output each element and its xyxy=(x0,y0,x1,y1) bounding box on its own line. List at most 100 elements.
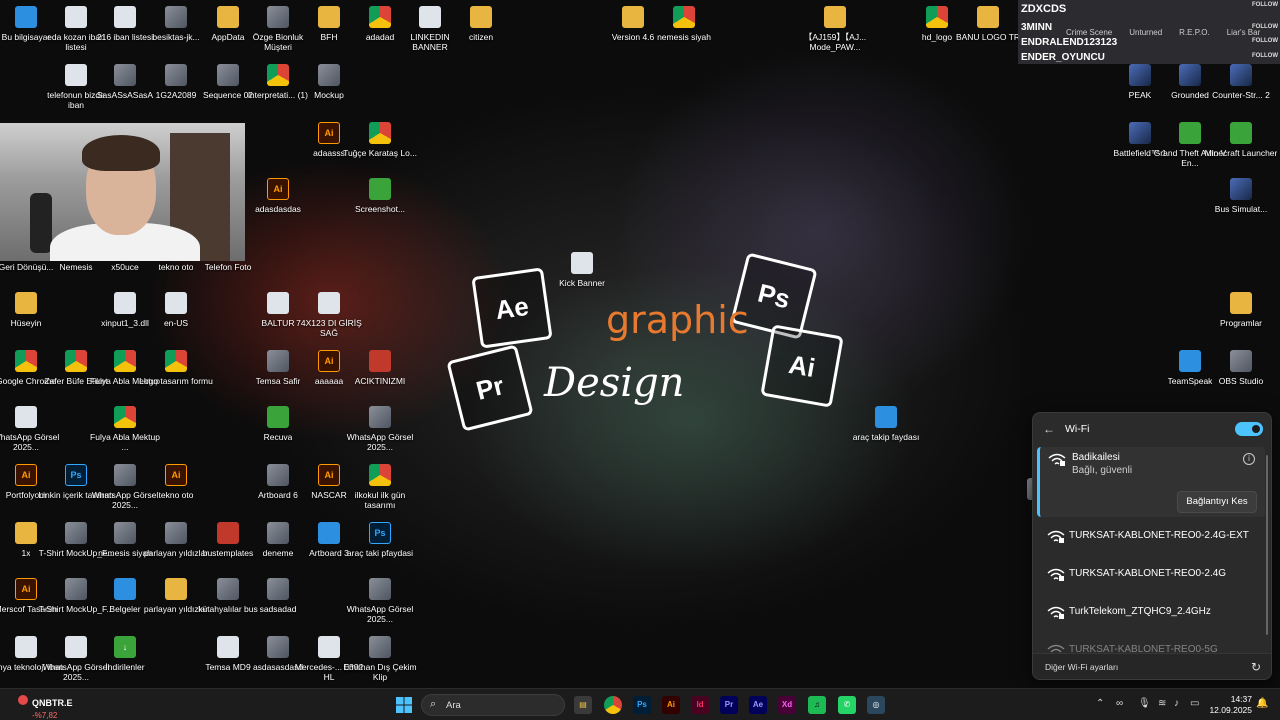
image-icon xyxy=(267,6,289,28)
connected-network[interactable]: Badikailesi Bağlı, güvenli i Bağlantıyı … xyxy=(1037,447,1265,517)
document-icon xyxy=(15,636,37,658)
desktop-icon[interactable]: Ps araç taki pfaydasi xyxy=(342,522,418,558)
desktop-icon[interactable]: sadsadad xyxy=(240,578,316,614)
wifi-header: ← Wi-Fi xyxy=(1033,413,1271,445)
tray-link-icon[interactable]: ∞ xyxy=(1116,698,1123,709)
image-icon xyxy=(369,636,391,658)
desktop-icon[interactable]: Ai adasdasdas xyxy=(240,178,316,214)
chrome-icon xyxy=(65,350,87,372)
wifi-network-item[interactable]: TurkTelekom_ZTQHC9_2.4GHz xyxy=(1037,595,1265,631)
image-icon xyxy=(419,6,441,28)
desktop-icon[interactable]: 74X123 DI GİRİŞ SAĞ xyxy=(291,292,367,338)
indesign-icon[interactable]: Id xyxy=(691,696,709,714)
wifi-network-item[interactable]: TURKSAT-KABLONET-REO0-2.4G-EXT xyxy=(1037,519,1265,555)
image-icon xyxy=(369,406,391,428)
desktop-icon[interactable]: BANU LOGO TR xyxy=(950,6,1026,42)
desktop-icon-label: Bus Simulat... xyxy=(1214,204,1268,214)
wifi-toggle[interactable] xyxy=(1235,422,1263,436)
info-icon[interactable]: i xyxy=(1243,453,1255,465)
desktop-icon[interactable]: Recuva xyxy=(240,406,316,442)
stock-widget[interactable]: QNBTR.E -%7,82 xyxy=(18,693,73,720)
chrome-icon xyxy=(369,464,391,486)
desktop-icon[interactable]: WhatsApp Görsel 2025... xyxy=(342,578,418,624)
wifi-network-name: TURKSAT-KABLONET-REO0-2.4G xyxy=(1069,568,1227,579)
chrome-icon xyxy=(369,6,391,28)
desktop-icon[interactable]: 【AJ159】【AJ... Mode_PAW... xyxy=(797,6,873,52)
microphone-icon[interactable]: 🎙 xyxy=(1138,698,1151,709)
desktop-icon[interactable]: Hüseyin xyxy=(0,292,64,328)
game-label: Unturned xyxy=(1129,28,1163,37)
game-icon xyxy=(1230,64,1252,86)
premiere-icon[interactable]: Pr xyxy=(720,696,738,714)
desktop-icon[interactable]: Emirhan Dış Çekim Klip xyxy=(342,636,418,682)
desktop-icon[interactable]: Counter-Str... 2 xyxy=(1203,64,1279,100)
document-icon xyxy=(114,578,136,600)
desktop-icon[interactable]: Screenshot... xyxy=(342,178,418,214)
desktop-icon[interactable]: Programlar xyxy=(1203,292,1279,328)
game-icon xyxy=(1179,122,1201,144)
desktop-icon[interactable]: WhatsApp Görsel 2025... xyxy=(342,406,418,452)
desktop-icon[interactable]: Fulya Abla Mektup ... xyxy=(87,406,163,452)
chrome-icon[interactable] xyxy=(604,696,622,714)
download-icon: ↓ xyxy=(114,636,136,658)
desktop-icon[interactable]: OBS Studio xyxy=(1203,350,1279,386)
folder-icon xyxy=(622,6,644,28)
desktop-icon-label: tekno oto xyxy=(158,262,194,272)
desktop-icon[interactable]: Minecraft Launcher xyxy=(1203,122,1279,158)
desktop-icon[interactable]: Bus Simulat... xyxy=(1203,178,1279,214)
desktop-icon[interactable]: citizen xyxy=(443,6,519,42)
steam-icon[interactable]: ◎ xyxy=(867,696,885,714)
desktop-icon[interactable]: ACIKTINIZMI xyxy=(342,350,418,386)
after-effects-icon[interactable]: Ae xyxy=(749,696,767,714)
stock-change: -%7,82 xyxy=(32,711,58,720)
image-icon xyxy=(267,522,289,544)
webcam-overlay xyxy=(0,123,245,261)
tray-overflow-icon[interactable]: ⌃ xyxy=(1096,698,1104,709)
more-wifi-settings-link[interactable]: Diğer Wi-Fi ayarları xyxy=(1045,662,1118,672)
clock-time: 14:37 xyxy=(1230,694,1252,704)
desktop-icon[interactable]: araç takip faydası xyxy=(848,406,924,442)
windows-start-icon[interactable] xyxy=(396,697,412,713)
photoshop-icon[interactable]: Ps xyxy=(633,696,651,714)
desktop-icon[interactable]: Logo tasarım formu xyxy=(138,350,214,386)
logo-card-ae: Ae xyxy=(471,267,553,349)
image-icon xyxy=(15,406,37,428)
image-icon xyxy=(65,522,87,544)
spotify-icon[interactable]: ♫ xyxy=(808,696,826,714)
desktop-icon[interactable]: WhatsApp Görsel 2025... xyxy=(0,406,64,452)
desktop-icon[interactable]: ↓ İndirilenler xyxy=(87,636,163,672)
folder-icon xyxy=(318,6,340,28)
desktop-icon[interactable]: Ai tekno oto xyxy=(138,464,214,500)
battery-icon[interactable]: ▭ xyxy=(1190,698,1199,709)
desktop-icon[interactable]: Tuğçe Karataş Lo... xyxy=(342,122,418,158)
wifi-secure-icon xyxy=(1047,606,1065,619)
xd-icon[interactable]: Xd xyxy=(778,696,796,714)
taskbar-search[interactable]: ⌕ Ara xyxy=(421,694,565,716)
wifi-icon[interactable]: ≋ xyxy=(1158,698,1166,709)
wifi-network-item[interactable]: TURKSAT-KABLONET-REO0-2.4G xyxy=(1037,557,1265,593)
image-icon xyxy=(217,578,239,600)
desktop-icon[interactable]: nemesis siyah xyxy=(646,6,722,42)
back-arrow-icon[interactable]: ← xyxy=(1043,422,1055,436)
refresh-icon[interactable]: ↻ xyxy=(1251,660,1261,674)
desktop-icon-label: Minecraft Launcher xyxy=(1204,148,1278,158)
folder-icon xyxy=(15,522,37,544)
illustrator-icon[interactable]: Ai xyxy=(662,696,680,714)
disconnect-button[interactable]: Bağlantıyı Kes xyxy=(1177,491,1257,513)
desktop-icon[interactable]: en-US xyxy=(138,292,214,328)
image-icon xyxy=(114,64,136,86)
pc-icon xyxy=(15,6,37,28)
notification-bell-icon[interactable]: 🔔 xyxy=(1256,698,1268,709)
wifi-list-scrollbar[interactable] xyxy=(1266,455,1268,635)
desktop-icon-label: BALTUR xyxy=(261,318,295,328)
desktop-icon[interactable]: Mockup xyxy=(291,64,367,100)
image-icon xyxy=(165,6,187,28)
desktop-icon-label: Recuva xyxy=(263,432,293,442)
taskbar-clock[interactable]: 14:37 12.09.2025 xyxy=(1209,694,1252,716)
volume-icon[interactable]: ♪ xyxy=(1174,698,1179,709)
file-explorer-icon[interactable]: ▤ xyxy=(574,696,592,714)
desktop-icon[interactable]: ilkokul ilk gün tasarımı xyxy=(342,464,418,510)
folder-icon xyxy=(165,578,187,600)
whatsapp-icon[interactable]: ✆ xyxy=(838,696,856,714)
image-icon xyxy=(267,464,289,486)
